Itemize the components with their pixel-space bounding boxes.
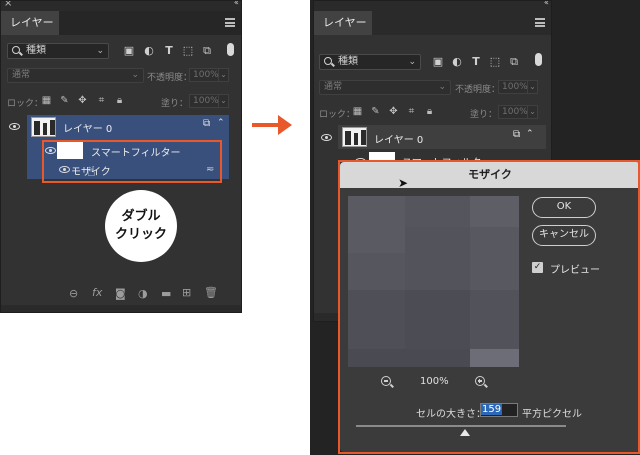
lock-transparent-icon[interactable]: ▦ <box>352 106 363 117</box>
group-folder-icon[interactable]: ▬ <box>161 287 171 300</box>
close-icon[interactable]: × <box>4 1 12 9</box>
collapse-icon[interactable]: ‹‹ <box>234 1 239 8</box>
lock-position-icon[interactable]: ✥ <box>388 106 399 117</box>
filter-kind-value: 種類 <box>26 45 46 56</box>
dialog-highlight-frame <box>338 160 640 454</box>
image-filter-icon[interactable]: ▣ <box>432 56 444 68</box>
double-click-badge: ダブル クリック <box>105 190 177 262</box>
chevron-up-icon[interactable]: ⌃ <box>217 118 225 128</box>
filter-kind-value: 種類 <box>338 56 358 67</box>
type-filter-icon[interactable]: T <box>470 56 482 68</box>
chevron-down-icon: ⌄ <box>96 46 104 56</box>
mask-icon[interactable]: ◙ <box>115 287 126 300</box>
panel-menu-icon[interactable] <box>225 18 235 27</box>
fill-dropdown[interactable]: ⌄ <box>528 105 538 119</box>
layer-name[interactable]: レイヤー 0 <box>374 131 423 146</box>
layer-thumbnail <box>342 127 367 147</box>
search-icon <box>324 57 332 65</box>
lock-artboard-icon[interactable]: ⌗ <box>96 95 107 106</box>
filter-kind-select[interactable]: 種類 ⌄ <box>319 54 421 70</box>
adjustment-layer-icon[interactable]: ◑ <box>138 287 148 300</box>
search-icon <box>12 46 20 54</box>
badge-line-2: クリック <box>114 227 167 242</box>
chevron-down-icon: ⌄ <box>438 82 446 92</box>
visibility-eye-icon[interactable] <box>321 134 332 141</box>
layer-thumbnail <box>31 117 56 137</box>
layers-panel-before: × ‹‹ レイヤー 種類 ⌄ ▣ ◐ T ⬚ ⧉ 通常 ⌄ 不透明度： 100%… <box>0 0 242 313</box>
visibility-eye-icon[interactable] <box>9 123 20 130</box>
filter-toggle[interactable] <box>227 43 234 56</box>
highlight-frame <box>42 140 222 183</box>
blend-mode-select[interactable]: 通常 ⌄ <box>7 68 144 83</box>
fill-label: 塗り： <box>470 110 498 120</box>
chevron-down-icon: ⌄ <box>131 70 139 80</box>
adjustment-filter-icon[interactable]: ◐ <box>451 56 463 68</box>
panel-tabbar: レイヤー <box>314 11 551 35</box>
shape-filter-icon[interactable]: ⬚ <box>182 45 194 57</box>
lock-transparent-icon[interactable]: ▦ <box>41 95 52 106</box>
adjustment-filter-icon[interactable]: ◐ <box>143 45 155 57</box>
fill-input[interactable]: 100% <box>189 94 219 108</box>
panel-tabbar: レイヤー <box>1 11 241 35</box>
layer-row[interactable] <box>27 115 229 139</box>
panel-top-strip: × ‹‹ <box>1 1 241 11</box>
smart-object-icon: ⧉ <box>203 118 211 129</box>
layer-name[interactable]: レイヤー 0 <box>63 120 112 135</box>
panel-bottom-strip <box>1 305 241 312</box>
smart-object-icon: ⧉ <box>513 129 521 140</box>
lock-paint-icon[interactable]: ✎ <box>59 95 70 106</box>
type-filter-icon[interactable]: T <box>163 45 175 57</box>
lock-label: ロック： <box>319 110 356 120</box>
opacity-label: 不透明度： <box>147 73 193 83</box>
image-filter-icon[interactable]: ▣ <box>123 45 135 57</box>
panel-top-strip: ‹‹ <box>314 1 551 11</box>
lock-all-icon[interactable]: 🔒︎ <box>424 106 435 117</box>
chevron-down-icon: ⌄ <box>408 57 416 67</box>
opacity-input[interactable]: 100% <box>498 80 528 94</box>
filter-kind-select[interactable]: 種類 ⌄ <box>7 43 109 59</box>
smart-object-filter-icon[interactable]: ⧉ <box>508 56 520 68</box>
blend-mode-value: 通常 <box>12 70 31 80</box>
fill-dropdown[interactable]: ⌄ <box>219 94 229 108</box>
smart-object-filter-icon[interactable]: ⧉ <box>201 45 213 57</box>
shape-filter-icon[interactable]: ⬚ <box>489 56 501 68</box>
trash-icon[interactable]: 🗑︎ <box>204 286 218 299</box>
arrow-right-icon <box>278 115 292 135</box>
blend-mode-select[interactable]: 通常 ⌄ <box>319 80 451 95</box>
link-icon[interactable]: ⊖ <box>69 287 78 300</box>
opacity-input[interactable]: 100% <box>189 68 219 82</box>
lock-artboard-icon[interactable]: ⌗ <box>406 106 417 117</box>
opacity-label: 不透明度： <box>455 85 501 95</box>
tab-layers[interactable]: レイヤー <box>1 11 59 35</box>
collapse-icon[interactable]: ‹‹ <box>544 1 549 8</box>
fill-input[interactable]: 100% <box>498 105 528 119</box>
opacity-dropdown[interactable]: ⌄ <box>219 68 229 82</box>
tab-layers[interactable]: レイヤー <box>314 11 372 35</box>
opacity-dropdown[interactable]: ⌄ <box>528 80 538 94</box>
arrow-shaft <box>252 123 280 127</box>
chevron-up-icon[interactable]: ⌃ <box>526 129 534 139</box>
filter-toggle[interactable] <box>535 53 542 66</box>
lock-paint-icon[interactable]: ✎ <box>370 106 381 117</box>
lock-position-icon[interactable]: ✥ <box>77 95 88 106</box>
fx-icon[interactable]: fx <box>92 286 102 299</box>
badge-line-1: ダブル <box>121 209 161 224</box>
fill-label: 塗り： <box>161 99 189 109</box>
blend-mode-value: 通常 <box>324 82 343 92</box>
new-layer-icon[interactable]: ⊞ <box>182 286 191 299</box>
panel-menu-icon[interactable] <box>535 18 545 27</box>
lock-label: ロック： <box>7 99 44 109</box>
lock-all-icon[interactable]: 🔒︎ <box>114 95 125 106</box>
